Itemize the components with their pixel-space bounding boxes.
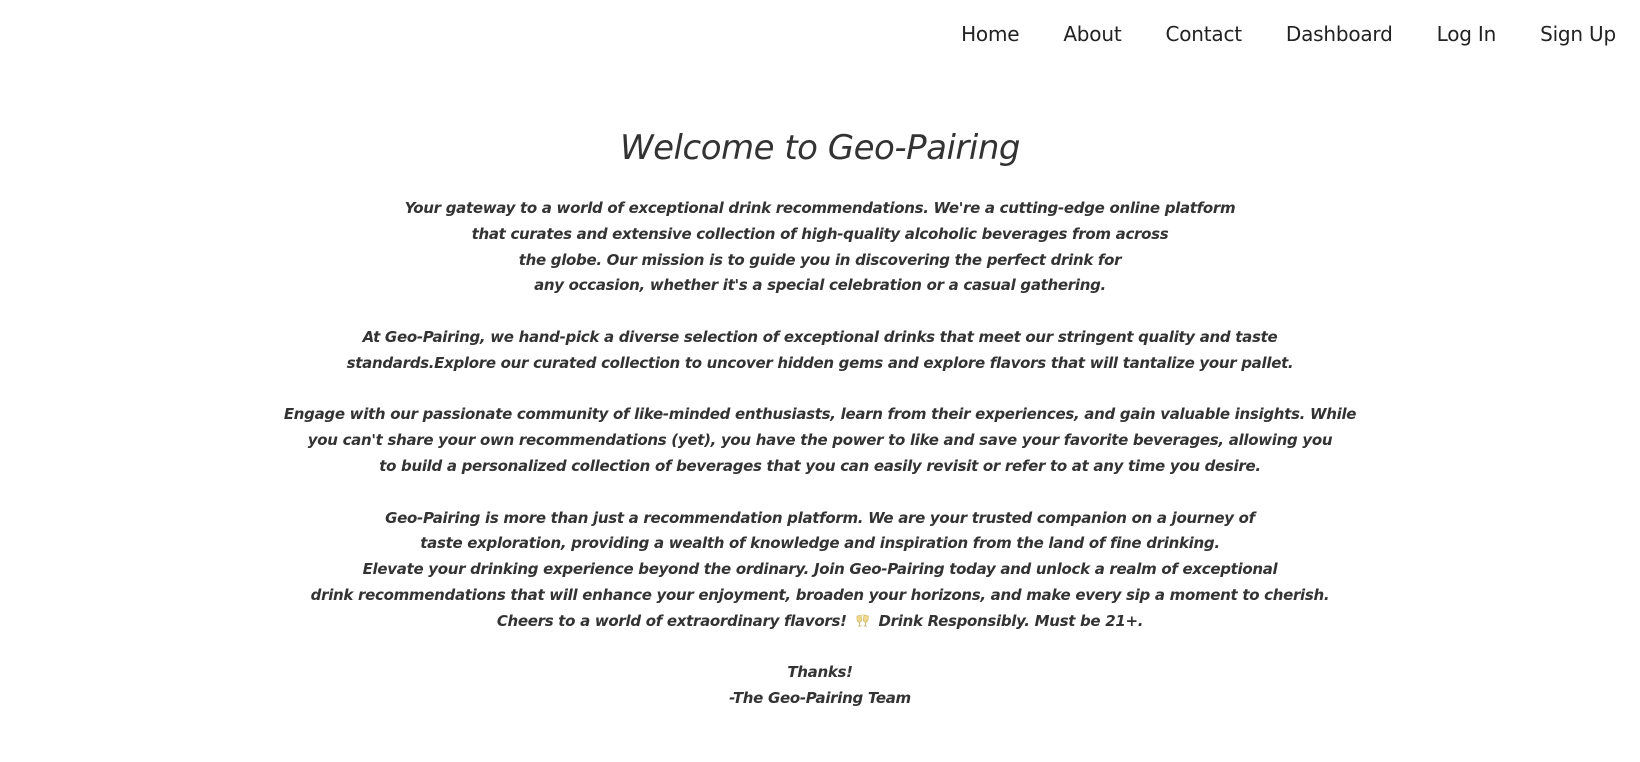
clinking-glasses-icon (856, 613, 869, 627)
text-line: any occasion, whether it's a special cel… (534, 276, 1106, 295)
signoff-team: -The Geo-Pairing Team (729, 689, 911, 708)
nav-signup-link[interactable]: Sign Up (1540, 22, 1616, 46)
welcome-body: Your gateway to a world of exceptional d… (0, 196, 1640, 712)
closing-paragraph: Geo-Pairing is more than just a recommen… (0, 506, 1640, 635)
nav-login-link[interactable]: Log In (1437, 22, 1497, 46)
text-line: drink recommendations that will enhance … (310, 585, 1330, 604)
nav-contact-link[interactable]: Contact (1165, 22, 1242, 46)
page-title: Welcome to Geo-Pairing (620, 128, 1020, 168)
selection-paragraph: At Geo-Pairing, we hand-pick a diverse s… (0, 325, 1640, 377)
intro-paragraph: Your gateway to a world of exceptional d… (0, 196, 1640, 299)
top-navbar: Home About Contact Dashboard Log In Sign… (961, 22, 1616, 46)
text-line: At Geo-Pairing, we hand-pick a diverse s… (362, 327, 1278, 346)
community-paragraph: Engage with our passionate community of … (0, 402, 1640, 479)
text-line: the globe. Our mission is to guide you i… (518, 250, 1122, 269)
text-line: to build a personalized collection of be… (379, 456, 1261, 475)
signoff: Thanks! -The Geo-Pairing Team (0, 660, 1640, 712)
cheers-text: Cheers to a world of extraordinary flavo… (496, 611, 847, 630)
responsibility-text: Drink Responsibly. Must be 21+. (878, 611, 1144, 630)
text-line: that curates and extensive collection of… (471, 224, 1169, 243)
text-line: taste exploration, providing a wealth of… (420, 534, 1220, 553)
text-line: you can't share your own recommendations… (307, 431, 1333, 450)
cheers-line: Cheers to a world of extraordinary flavo… (0, 609, 1640, 635)
text-line: Your gateway to a world of exceptional d… (404, 199, 1236, 217)
welcome-section: Welcome to Geo-Pairing Your gateway to a… (0, 126, 1640, 712)
signoff-thanks: Thanks! (787, 663, 853, 682)
page: Home About Contact Dashboard Log In Sign… (0, 0, 1640, 762)
text-line: Engage with our passionate community of … (283, 405, 1357, 424)
text-line: Geo-Pairing is more than just a recommen… (385, 508, 1255, 527)
nav-home-link[interactable]: Home (961, 22, 1019, 46)
nav-dashboard-link[interactable]: Dashboard (1286, 22, 1393, 46)
nav-about-link[interactable]: About (1063, 22, 1121, 46)
text-line: standards.Explore our curated collection… (346, 353, 1294, 372)
text-line: Elevate your drinking experience beyond … (362, 560, 1278, 579)
